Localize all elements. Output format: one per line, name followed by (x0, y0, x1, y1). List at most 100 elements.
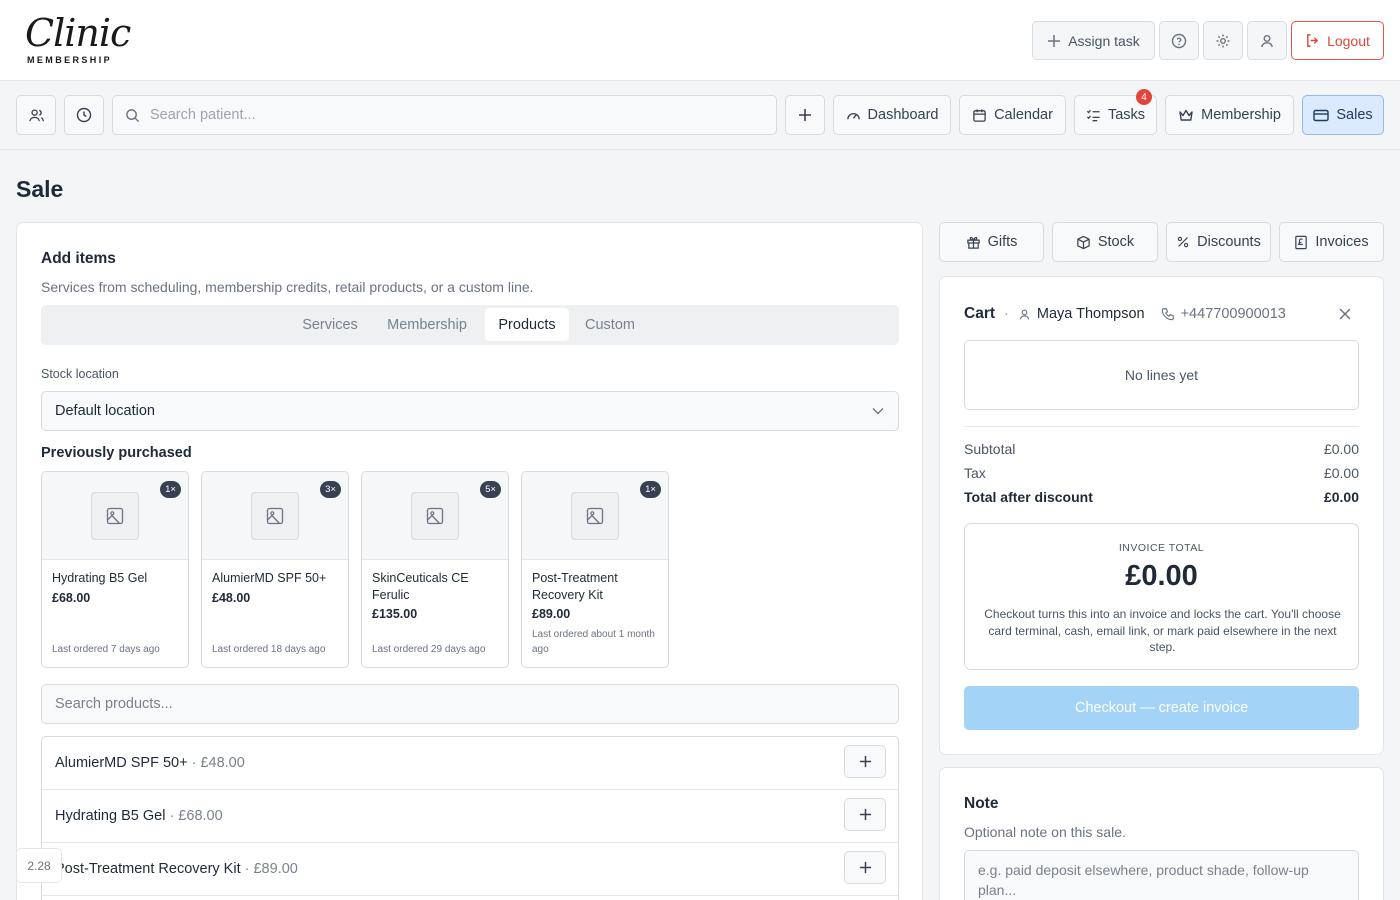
product-name: AlumierMD SPF 50+ (212, 571, 327, 585)
add-items-panel: Add items Services from scheduling, memb… (16, 222, 923, 900)
quantity-badge: 5× (480, 481, 501, 498)
invoice-total-description: Checkout turns this into an invoice and … (984, 607, 1341, 654)
nav-calendar[interactable]: Calendar (959, 95, 1066, 135)
logout-label: Logout (1327, 32, 1370, 49)
last-ordered: Last ordered about 1 month ago (532, 629, 655, 655)
product-row-name: Hydrating B5 Gel (55, 808, 166, 824)
nav-membership[interactable]: Membership (1165, 95, 1294, 135)
image-placeholder (91, 492, 139, 540)
clock-icon (76, 107, 92, 123)
nav-tasks[interactable]: Tasks 4 (1074, 89, 1157, 135)
invoice-total-box: INVOICE TOTAL £0.00 Checkout turns this … (964, 523, 1359, 670)
last-ordered: Last ordered 18 days ago (212, 644, 326, 655)
percent-icon (1177, 236, 1189, 248)
quantity-badge: 1× (160, 481, 181, 498)
image-placeholder (571, 492, 619, 540)
cart-header: Cart · Maya Thompson +447700900013 (964, 305, 1286, 323)
total-row: Total after discount £0.00 (964, 489, 1359, 505)
history-button[interactable] (64, 95, 104, 135)
previous-product-card[interactable]: 5× SkinCeuticals CE Ferulic £135.00 Last… (361, 471, 509, 668)
plus-icon (859, 861, 871, 874)
cart-customer-name[interactable]: Maya Thompson (1037, 306, 1145, 322)
help-button[interactable] (1159, 21, 1199, 60)
product-price: £68.00 (52, 591, 91, 605)
nav-tasks-label: Tasks (1107, 107, 1146, 123)
stock-button[interactable]: Stock (1052, 222, 1158, 262)
image-icon (266, 507, 284, 525)
add-product-button[interactable] (844, 745, 886, 778)
subtotal-row: Subtotal £0.00 (964, 441, 1359, 457)
plus-icon (1048, 34, 1061, 47)
last-ordered: Last ordered 29 days ago (372, 644, 486, 655)
invoice-total-caption: INVOICE TOTAL (1118, 542, 1205, 554)
product-image-area: 1× (522, 472, 668, 560)
users-icon (28, 108, 44, 121)
invoice-icon (1295, 235, 1308, 249)
product-list: AlumierMD SPF 50+ · £48.00 Hydrating B5 … (41, 736, 899, 900)
discounts-button[interactable]: Discounts (1166, 222, 1271, 262)
invoices-button[interactable]: Invoices (1279, 222, 1384, 262)
nav-sales[interactable]: Sales (1302, 95, 1384, 135)
add-product-button[interactable] (844, 851, 886, 884)
main-nav: Search patient... Dashboard Calendar Tas… (0, 81, 1400, 150)
patients-button[interactable] (16, 95, 56, 135)
item-type-tabs: Services Membership Products Custom (41, 305, 899, 345)
product-name: SkinCeuticals CE Ferulic (372, 571, 469, 602)
previous-product-card[interactable]: 1× Post-Treatment Recovery Kit £89.00 La… (521, 471, 669, 668)
plus-icon (859, 755, 871, 768)
cart-empty-state: No lines yet (964, 340, 1359, 410)
previous-product-card[interactable]: 1× Hydrating B5 Gel £68.00 Last ordered … (41, 471, 189, 668)
new-patient-button[interactable] (785, 95, 825, 135)
tax-row: Tax £0.00 (964, 465, 1359, 481)
tab-custom[interactable]: Custom (575, 308, 645, 341)
nav-dashboard[interactable]: Dashboard (833, 95, 951, 135)
image-placeholder (251, 492, 299, 540)
discounts-label: Discounts (1197, 234, 1261, 250)
gifts-button[interactable]: Gifts (939, 222, 1044, 262)
search-icon (126, 108, 140, 122)
product-price: £48.00 (212, 591, 251, 605)
note-title: Note (964, 795, 999, 812)
logout-icon (1307, 34, 1319, 47)
product-row-price: · £89.00 (244, 861, 298, 877)
previous-product-card[interactable]: 3× AlumierMD SPF 50+ £48.00 Last ordered… (201, 471, 349, 668)
image-placeholder (411, 492, 459, 540)
clinic-logo[interactable]: Clinic MEMBERSHIP (18, 9, 131, 69)
note-textarea[interactable]: e.g. paid deposit elsewhere, product sha… (964, 850, 1359, 900)
product-row-name: Post-Treatment Recovery Kit (55, 861, 241, 877)
tab-products[interactable]: Products (485, 308, 569, 341)
logout-button[interactable]: Logout (1291, 21, 1384, 60)
product-image-area: 1× (42, 472, 188, 560)
cart-panel: Cart · Maya Thompson +447700900013 No li… (939, 276, 1384, 755)
subtotal-label: Subtotal (964, 441, 1016, 457)
add-items-title: Add items (41, 250, 116, 267)
note-placeholder: e.g. paid deposit elsewhere, product sha… (978, 862, 1309, 898)
product-search-placeholder: Search products... (55, 696, 173, 712)
note-panel: Note Optional note on this sale. e.g. pa… (939, 767, 1384, 900)
image-icon (586, 507, 604, 525)
version-badge: 2.28 (16, 848, 62, 883)
product-search-input[interactable]: Search products... (41, 684, 899, 724)
invoices-label: Invoices (1315, 234, 1369, 250)
product-image-area: 5× (362, 472, 508, 560)
tab-membership[interactable]: Membership (376, 308, 478, 341)
add-items-subtitle: Services from scheduling, membership cre… (41, 279, 534, 295)
product-price: £89.00 (532, 607, 571, 621)
stock-location-select[interactable]: Default location (41, 391, 899, 431)
patient-search[interactable]: Search patient... (112, 95, 777, 135)
cart-separator: · (1004, 306, 1009, 322)
gift-icon (966, 236, 980, 249)
cart-customer-phone: +447700900013 (1180, 306, 1286, 322)
checklist-icon (1086, 109, 1100, 121)
settings-button[interactable] (1203, 21, 1243, 60)
crown-icon (1179, 109, 1193, 121)
close-icon[interactable] (1339, 308, 1351, 320)
add-product-button[interactable] (844, 798, 886, 831)
assign-task-button[interactable]: Assign task (1032, 21, 1155, 60)
product-row-name: AlumierMD SPF 50+ (55, 755, 188, 771)
profile-button[interactable] (1247, 21, 1287, 60)
checkout-button[interactable]: Checkout — create invoice (964, 686, 1359, 730)
tab-services[interactable]: Services (290, 308, 370, 341)
patient-search-placeholder: Search patient... (150, 107, 256, 123)
product-row-price: · £68.00 (169, 808, 223, 824)
